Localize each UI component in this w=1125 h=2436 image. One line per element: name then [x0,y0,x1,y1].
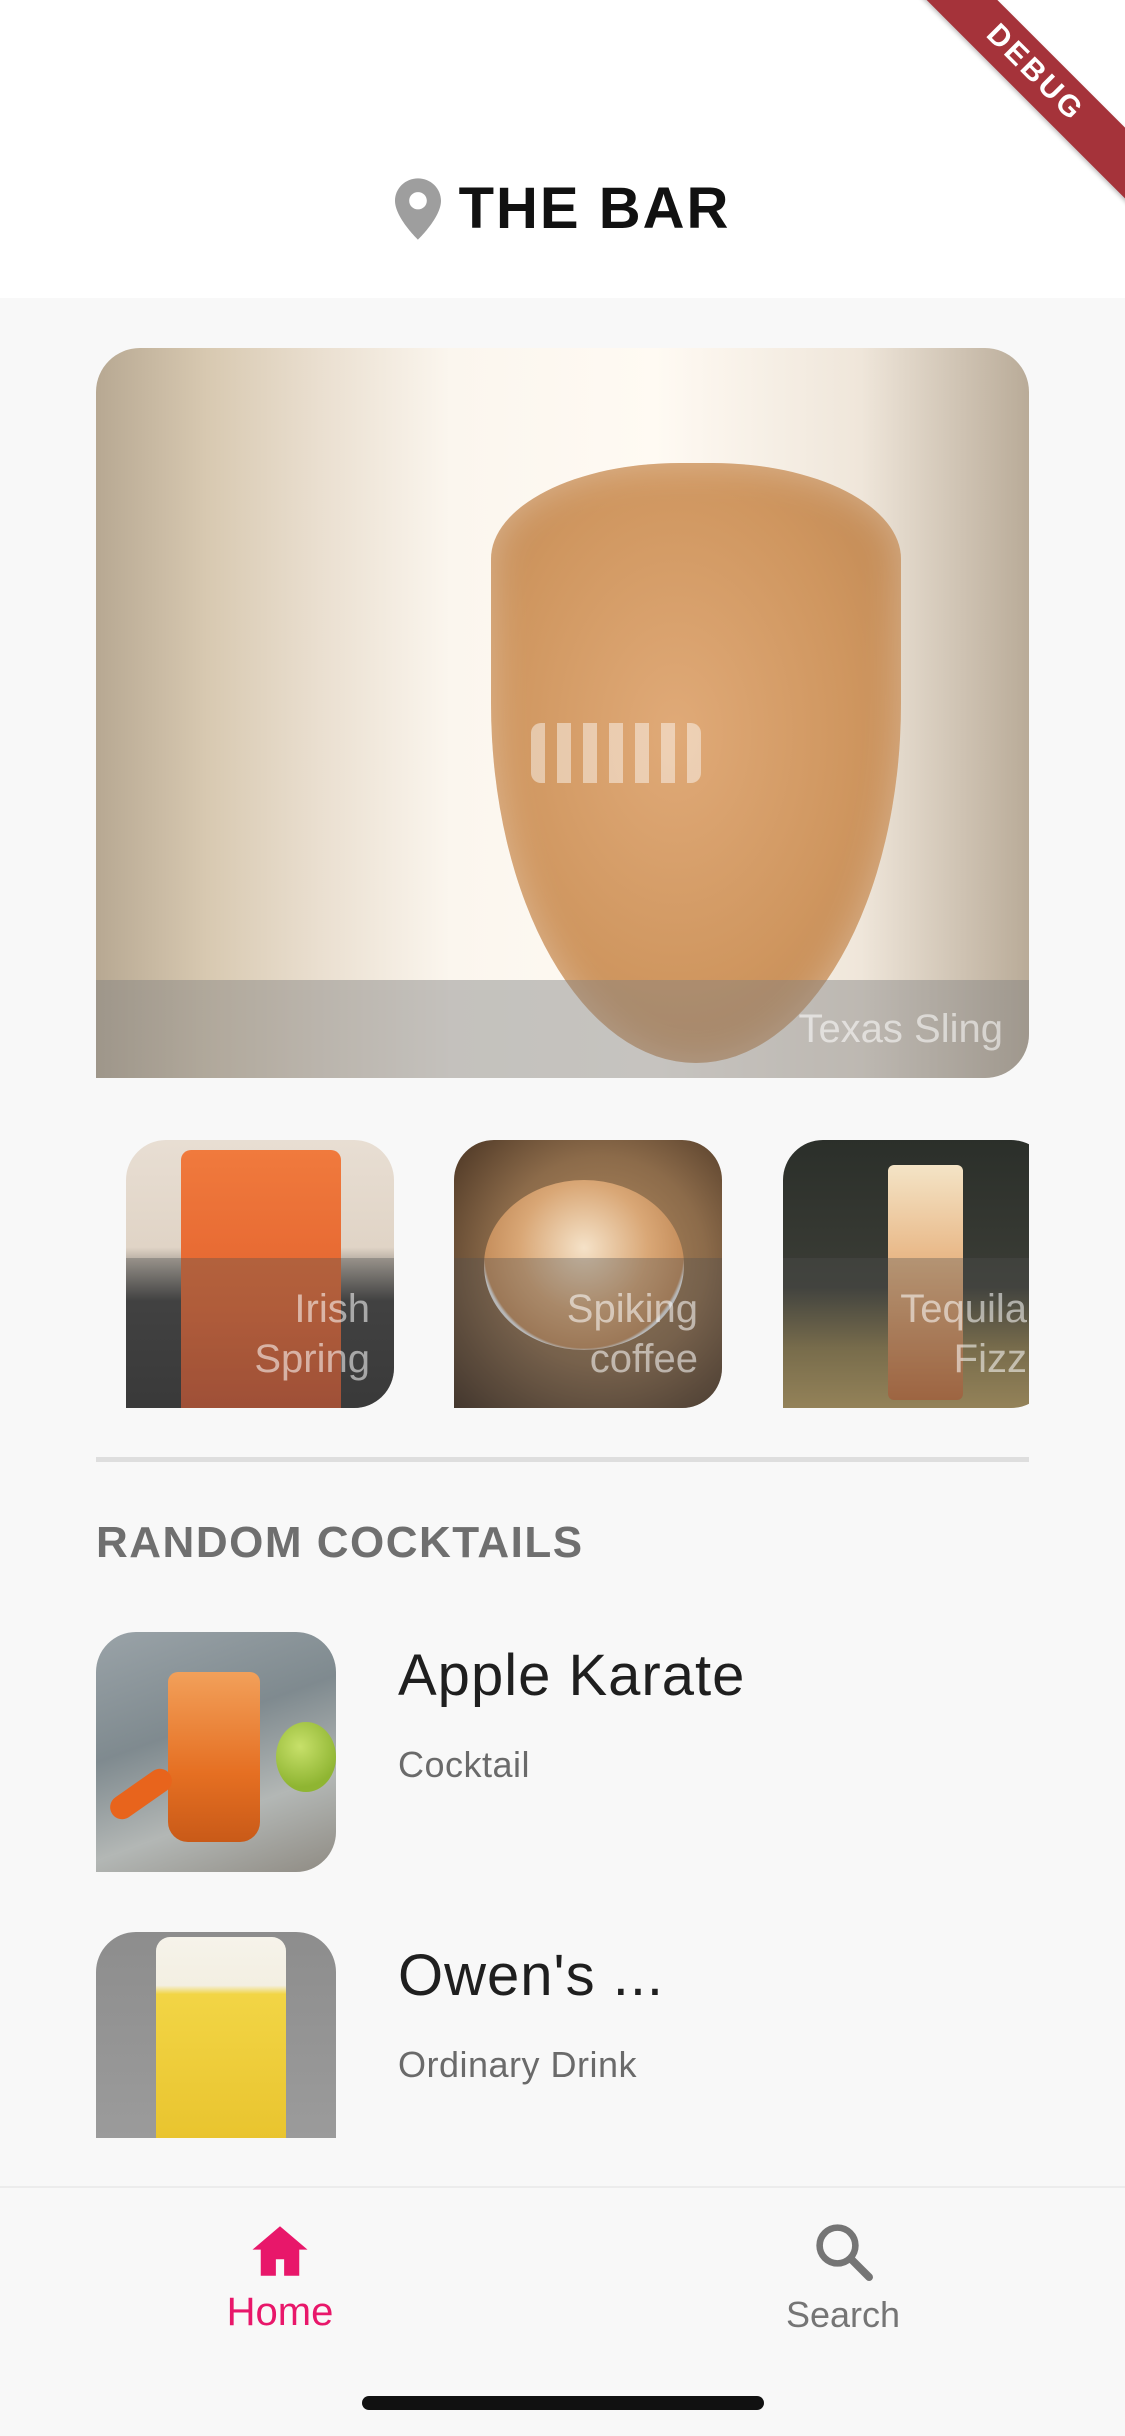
carousel-item[interactable]: Irish Spring [126,1140,394,1408]
list-item-name: Apple Karate [398,1643,746,1708]
carousel-item-label: Spiking coffee [566,1287,698,1381]
featured-cocktail-image [491,463,901,1063]
carousel-item[interactable]: Tequila Fizz [783,1140,1029,1408]
carousel-item-label: Irish Spring [254,1287,370,1381]
list-item[interactable]: Apple Karate Cocktail [96,1632,1029,1872]
list-item-name: Owen's ... [398,1943,665,2008]
location-pin-icon [394,177,441,240]
carousel-item-label: Tequila Fizz [900,1287,1027,1381]
app-title-group: THE BAR [0,175,1125,242]
nav-search-label: Search [785,2294,901,2335]
carousel-item[interactable]: Spiking coffee [454,1140,722,1408]
featured-cocktail-card[interactable]: Texas Sling [96,348,1029,1078]
section-divider [96,1457,1029,1462]
list-item-image [96,1632,336,1872]
nav-home-label: Home [226,2290,334,2334]
section-title: RANDOM COCKTAILS [96,1518,584,1567]
home-indicator[interactable] [362,2396,764,2410]
list-item-category: Ordinary Drink [398,2044,638,2085]
search-icon [816,2224,873,2281]
list-item-image [96,1932,336,2138]
home-icon [252,2226,308,2276]
list-item[interactable]: Owen's ... Ordinary Drink [96,1932,1029,2138]
screen: THE BAR DEBUG Texas Sling Irish Spring S… [0,0,1125,2436]
page-title: THE BAR [458,176,731,241]
list-item-category: Cocktail [398,1744,531,1785]
app-bar: THE BAR [0,0,1125,298]
nav-search-tab[interactable]: Search [723,2218,963,2358]
nav-home-tab[interactable]: Home [160,2218,400,2358]
featured-cocktail-caption: Texas Sling [96,980,1029,1078]
featured-cocktail-name: Texas Sling [798,1006,1003,1051]
cocktail-carousel[interactable]: Irish Spring Spiking coffee Tequila Fizz [96,1140,1029,1408]
